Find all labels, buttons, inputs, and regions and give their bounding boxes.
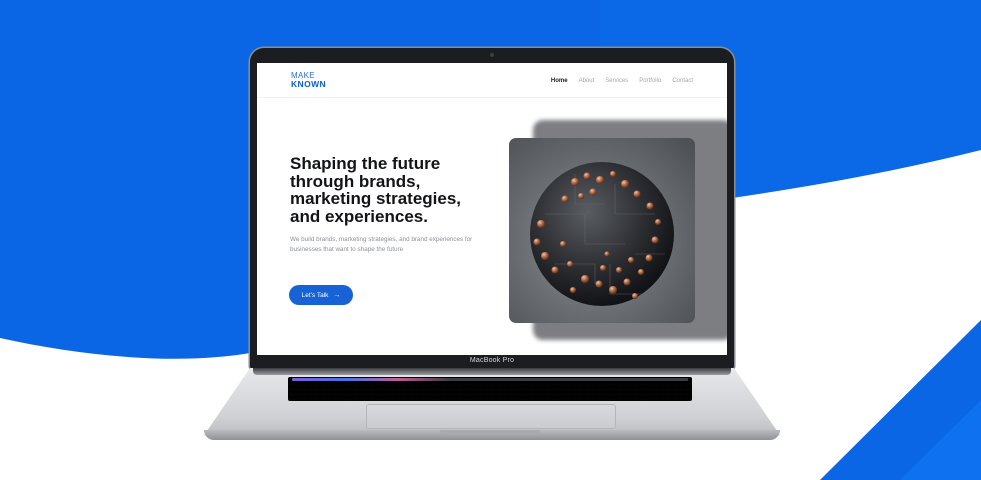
nav-item-services[interactable]: Services: [605, 78, 628, 84]
camera: [490, 53, 494, 57]
laptop-model-label: MacBook Pro: [469, 357, 515, 364]
tech-sphere-illustration: [530, 162, 674, 306]
nav-item-portfolio[interactable]: Portfolio: [639, 78, 661, 84]
arrow-right-icon: →: [333, 291, 341, 299]
hero-title: Shaping the future through brands, marke…: [290, 154, 462, 226]
laptop-screen: MAKE KNOWN Home About Services Portfolio…: [257, 63, 727, 355]
site-logo[interactable]: MAKE KNOWN: [291, 72, 327, 89]
lets-talk-button[interactable]: Let's Talk →: [289, 285, 353, 305]
hero-image: [509, 138, 695, 323]
laptop-hinge: [253, 368, 731, 375]
laptop-notch: [440, 430, 540, 434]
nav-item-contact[interactable]: Contact: [672, 78, 693, 84]
laptop-trackpad: [366, 404, 616, 429]
cta-label: Let's Talk: [301, 291, 329, 299]
laptop-touchbar: [292, 378, 688, 381]
nav-item-home[interactable]: Home: [551, 78, 568, 84]
nav-item-about[interactable]: About: [579, 78, 595, 84]
logo-line-2: KNOWN: [291, 79, 327, 89]
hero-subtitle: We build brands, marketing strategies, a…: [290, 236, 473, 253]
main-nav: Home About Services Portfolio Contact: [551, 78, 693, 84]
laptop-lid: MAKE KNOWN Home About Services Portfolio…: [250, 48, 734, 370]
site-header: MAKE KNOWN Home About Services Portfolio…: [257, 63, 727, 98]
